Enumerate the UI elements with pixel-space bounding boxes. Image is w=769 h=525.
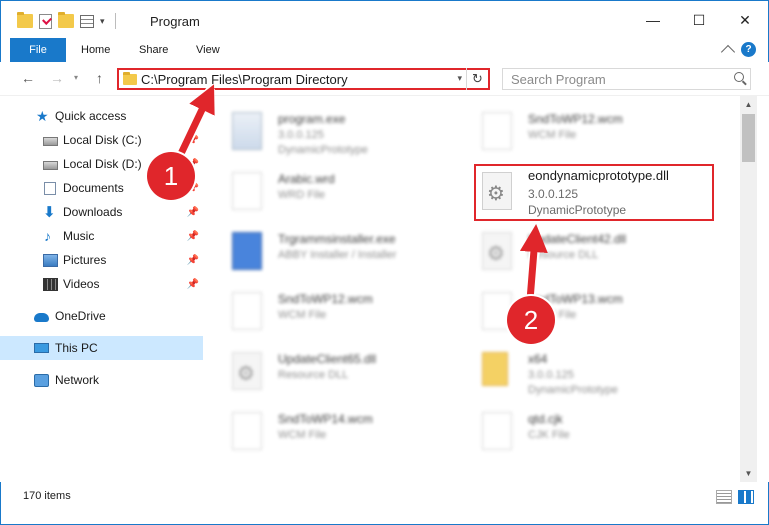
- arrow-1: [174, 84, 215, 164]
- step-badge-2: 2: [507, 296, 555, 344]
- annotation-arrows: [172, 84, 548, 306]
- step-badge-1: 1: [147, 152, 195, 200]
- arrow-2: [519, 224, 548, 304]
